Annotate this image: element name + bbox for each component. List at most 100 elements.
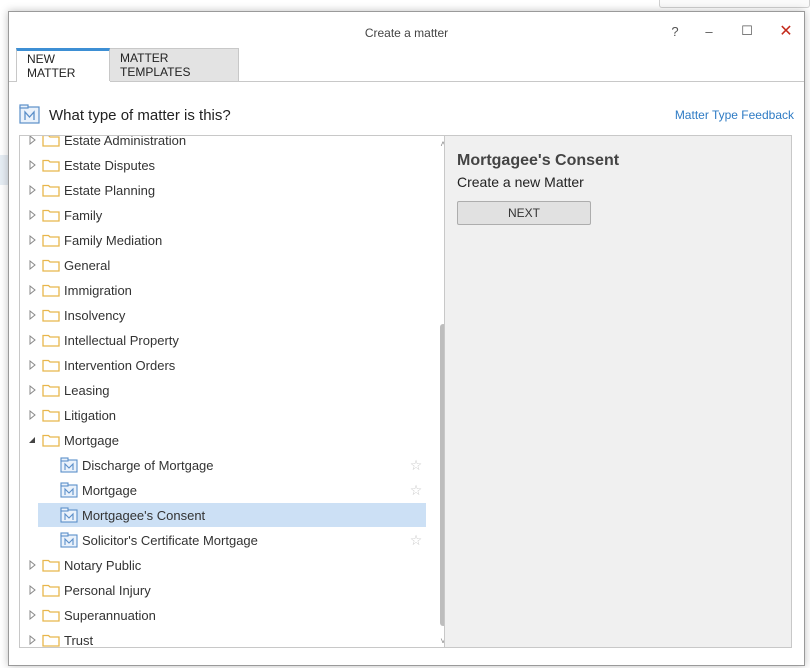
scroll-up-icon[interactable]: ˄ xyxy=(438,139,444,149)
tab-divider xyxy=(9,81,804,82)
folder-icon xyxy=(42,433,60,447)
tab-matter-templates[interactable]: MATTER TEMPLATES xyxy=(110,48,239,81)
tree-folder-row[interactable]: Intervention Orders xyxy=(20,353,428,377)
tree-item-label: Superannuation xyxy=(64,607,156,623)
tree-item-label: Trust xyxy=(64,632,94,648)
tree-matter-row[interactable]: Discharge of Mortgage ☆ xyxy=(38,453,426,477)
tree-item-label: Notary Public xyxy=(64,557,142,573)
folder-icon xyxy=(42,558,60,572)
tree-item-label: Intervention Orders xyxy=(64,357,176,373)
tree-folder-row[interactable]: Insolvency xyxy=(20,303,428,327)
close-button[interactable]: ✕ xyxy=(772,20,800,42)
tree-item-label: Mortgage xyxy=(82,482,137,498)
background-search-fragment xyxy=(659,0,810,8)
tree-item-label: Litigation xyxy=(64,407,117,423)
collapsed-triangle-icon[interactable] xyxy=(27,210,37,220)
background-selected-fragment xyxy=(0,155,8,185)
collapsed-triangle-icon[interactable] xyxy=(27,385,37,395)
tree-matter-row[interactable]: Mortgagee's Consent ☆ xyxy=(38,503,426,527)
tree-folder-row[interactable]: Family xyxy=(20,203,428,227)
selected-matter-subtitle: Create a new Matter xyxy=(457,174,584,190)
collapsed-triangle-icon[interactable] xyxy=(27,310,37,320)
matter-type-feedback-link[interactable]: Matter Type Feedback xyxy=(675,108,794,122)
detail-pane: Mortgagee's Consent Create a new Matter … xyxy=(445,135,792,648)
minimize-button[interactable]: – xyxy=(695,20,723,42)
matter-icon xyxy=(60,532,78,548)
tree-item-label: Estate Administration xyxy=(64,135,187,148)
tree-folder-row[interactable]: Leasing xyxy=(20,378,428,402)
tree-item-label: Discharge of Mortgage xyxy=(82,457,214,473)
folder-icon xyxy=(42,633,60,647)
selected-matter-title: Mortgagee's Consent xyxy=(457,152,620,169)
tree-folder-row[interactable]: Trust xyxy=(20,628,428,648)
help-button[interactable]: ? xyxy=(661,20,689,42)
matter-type-icon xyxy=(19,104,40,124)
tree-matter-row[interactable]: Solicitor's Certificate Mortgage ☆ xyxy=(38,528,426,552)
folder-icon xyxy=(42,283,60,297)
collapsed-triangle-icon[interactable] xyxy=(27,235,37,245)
tree-folder-row[interactable]: Estate Disputes xyxy=(20,153,428,177)
folder-icon xyxy=(42,383,60,397)
tree-folder-row[interactable]: Mortgage xyxy=(20,428,428,452)
next-button[interactable]: NEXT xyxy=(457,201,591,225)
collapsed-triangle-icon[interactable] xyxy=(27,635,37,645)
tree-folder-row[interactable]: Superannuation xyxy=(20,603,428,627)
tree-item-label: Solicitor's Certificate Mortgage xyxy=(82,532,258,548)
tree-item-label: Insolvency xyxy=(64,307,126,323)
collapsed-triangle-icon[interactable] xyxy=(27,560,37,570)
question-text: What type of matter is this? xyxy=(49,107,231,124)
question-row: What type of matter is this? Matter Type… xyxy=(19,104,794,126)
tree-item-label: Immigration xyxy=(64,282,132,298)
favorite-star-icon[interactable]: ☆ xyxy=(409,533,423,547)
folder-icon xyxy=(42,136,60,147)
tree-folder-row[interactable]: Notary Public xyxy=(20,553,428,577)
tree-item-label: Family Mediation xyxy=(64,232,163,248)
folder-icon xyxy=(42,208,60,222)
folder-icon xyxy=(42,358,60,372)
tree-item-label: Mortgagee's Consent xyxy=(82,507,206,523)
favorite-star-icon[interactable]: ☆ xyxy=(409,458,423,472)
tree-folder-row[interactable]: Family Mediation xyxy=(20,228,428,252)
tree-folder-row[interactable]: Estate Administration xyxy=(20,135,428,152)
tree-item-label: Intellectual Property xyxy=(64,332,179,348)
tree-item-label: General xyxy=(64,257,111,273)
title-bar: Create a matter ? – ☐ ✕ xyxy=(9,12,804,48)
folder-icon xyxy=(42,183,60,197)
folder-icon xyxy=(42,233,60,247)
tree-item-label: Leasing xyxy=(64,382,110,398)
collapsed-triangle-icon[interactable] xyxy=(27,136,37,145)
tree-matter-row[interactable]: Mortgage ☆ xyxy=(38,478,426,502)
collapsed-triangle-icon[interactable] xyxy=(27,585,37,595)
matter-icon xyxy=(60,457,78,473)
tree-folder-row[interactable]: Personal Injury xyxy=(20,578,428,602)
tab-new-matter[interactable]: NEW MATTER xyxy=(16,48,110,81)
tree-folder-row[interactable]: General xyxy=(20,253,428,277)
maximize-button[interactable]: ☐ xyxy=(733,20,761,42)
folder-icon xyxy=(42,258,60,272)
folder-icon xyxy=(42,333,60,347)
tab-strip: NEW MATTER MATTER TEMPLATES xyxy=(16,48,239,81)
collapsed-triangle-icon[interactable] xyxy=(27,285,37,295)
collapsed-triangle-icon[interactable] xyxy=(27,185,37,195)
tree-folder-row[interactable]: Immigration xyxy=(20,278,428,302)
matter-icon xyxy=(60,482,78,498)
tree-folder-row[interactable]: Litigation xyxy=(20,403,428,427)
tree-folder-row[interactable]: Intellectual Property xyxy=(20,328,428,352)
favorite-star-icon[interactable]: ☆ xyxy=(409,483,423,497)
folder-icon xyxy=(42,158,60,172)
collapsed-triangle-icon[interactable] xyxy=(27,360,37,370)
folder-icon xyxy=(42,408,60,422)
expanded-triangle-icon[interactable] xyxy=(27,435,37,445)
tree-folder-row[interactable]: Estate Planning xyxy=(20,178,428,202)
matter-icon xyxy=(60,507,78,523)
collapsed-triangle-icon[interactable] xyxy=(27,160,37,170)
folder-icon xyxy=(42,608,60,622)
collapsed-triangle-icon[interactable] xyxy=(27,610,37,620)
create-matter-dialog: Create a matter ? – ☐ ✕ NEW MATTER MATTE… xyxy=(8,11,805,666)
collapsed-triangle-icon[interactable] xyxy=(27,260,37,270)
collapsed-triangle-icon[interactable] xyxy=(27,335,37,345)
collapsed-triangle-icon[interactable] xyxy=(27,410,37,420)
scroll-down-icon[interactable]: ˅ xyxy=(438,636,444,646)
favorite-star-icon[interactable]: ☆ xyxy=(409,508,423,522)
tree-item-label: Mortgage xyxy=(64,432,119,448)
